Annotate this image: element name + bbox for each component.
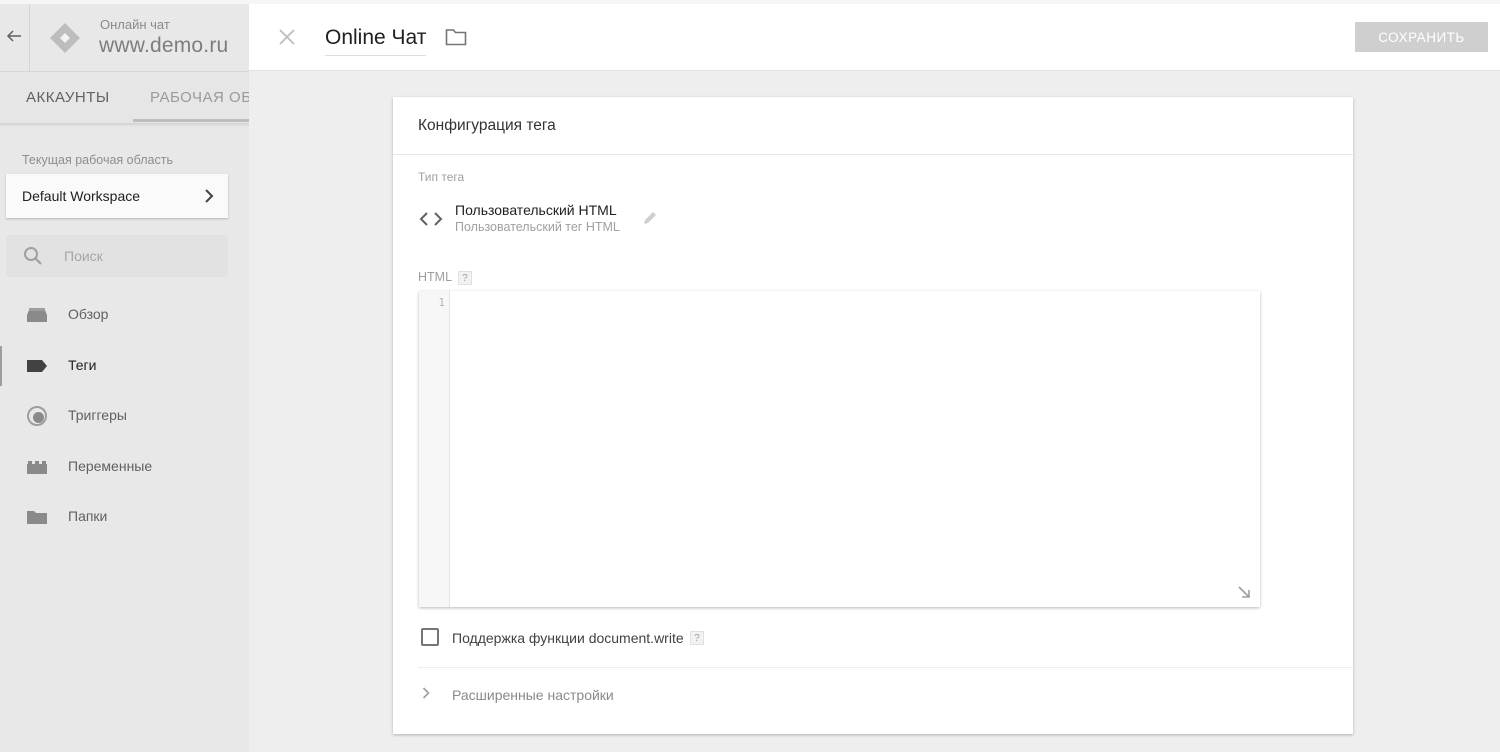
sidebar-item-tags[interactable]: Теги — [0, 344, 249, 388]
html-label: HTML — [418, 270, 453, 284]
tag-editor-toolbar: Online Чат СОХРАНИТЬ — [249, 0, 1500, 71]
save-button[interactable]: СОХРАНИТЬ — [1355, 22, 1488, 52]
container-name[interactable]: www.demo.ru — [99, 34, 228, 58]
sidebar-item-label: Триггеры — [68, 407, 127, 423]
main-panel: Online Чат СОХРАНИТЬ Конфигурация тега Т… — [249, 0, 1500, 752]
line-number: 1 — [438, 296, 445, 309]
tab-accounts[interactable]: АККАУНТЫ — [26, 89, 110, 106]
sidebar-item-overview[interactable]: Обзор — [0, 293, 249, 337]
search-input[interactable] — [64, 246, 214, 266]
code-icon — [419, 212, 443, 226]
chevron-right-icon — [422, 687, 430, 699]
help-icon[interactable]: ? — [458, 271, 472, 285]
help-icon[interactable]: ? — [690, 631, 704, 645]
html-code-editor[interactable]: 1 — [419, 291, 1260, 607]
document-write-label[interactable]: Поддержка функции document.write — [452, 630, 684, 646]
search-box[interactable] — [6, 235, 228, 277]
divider — [418, 667, 1353, 668]
container-subtitle: Онлайн чат — [100, 17, 170, 32]
card-title: Конфигурация тега — [418, 117, 556, 134]
sidebar-item-folders[interactable]: Папки — [0, 495, 249, 539]
sidebar-item-label: Обзор — [68, 306, 109, 322]
tag-name-input[interactable]: Online Чат — [325, 26, 427, 56]
variables-icon — [27, 461, 47, 474]
tag-type-label: Тип тега — [418, 170, 465, 184]
chevron-right-icon — [205, 189, 214, 203]
folder-icon — [27, 511, 47, 524]
advanced-settings-toggle[interactable]: Расширенные настройки — [418, 675, 718, 715]
tag-type-title[interactable]: Пользовательский HTML — [455, 202, 617, 218]
divider — [393, 154, 1353, 155]
tag-icon — [27, 360, 47, 372]
back-arrow-icon — [6, 30, 21, 42]
edit-pencil-icon[interactable] — [643, 211, 657, 225]
tab-workspace[interactable]: РАБОЧАЯ ОБЛ — [150, 89, 249, 106]
document-write-checkbox[interactable] — [421, 628, 439, 646]
trigger-icon — [27, 406, 47, 426]
folder-icon[interactable] — [445, 28, 467, 46]
sidebar-item-label: Папки — [68, 508, 108, 524]
gtm-logo-icon — [50, 23, 80, 53]
tag-type-subtitle: Пользовательский тег HTML — [455, 220, 620, 234]
tabs-shadow — [0, 123, 249, 127]
sidebar-item-triggers[interactable]: Триггеры — [0, 394, 249, 438]
sidebar-item-label: Переменные — [68, 458, 153, 474]
close-icon[interactable] — [278, 28, 296, 46]
line-gutter: 1 — [419, 291, 450, 607]
sidebar: Онлайн чат www.demo.ru АККАУНТЫ РАБОЧАЯ … — [0, 0, 249, 752]
sidebar-item-variables[interactable]: Переменные — [0, 445, 249, 489]
workspace-selector[interactable]: Default Workspace — [6, 174, 228, 218]
sidebar-tabs: АККАУНТЫ РАБОЧАЯ ОБЛ — [0, 71, 249, 123]
advanced-settings-label: Расширенные настройки — [452, 687, 614, 703]
workspace-label: Текущая рабочая область — [22, 153, 173, 167]
resize-handle-icon[interactable] — [1237, 585, 1251, 599]
tag-configuration-card: Конфигурация тега Тип тега Пользовательс… — [393, 97, 1353, 734]
sidebar-item-label: Теги — [68, 357, 97, 373]
tab-indicator — [133, 119, 249, 122]
workspace-name: Default Workspace — [22, 188, 141, 204]
back-button[interactable] — [0, 4, 30, 71]
overview-icon — [27, 308, 47, 322]
search-icon — [24, 247, 42, 265]
